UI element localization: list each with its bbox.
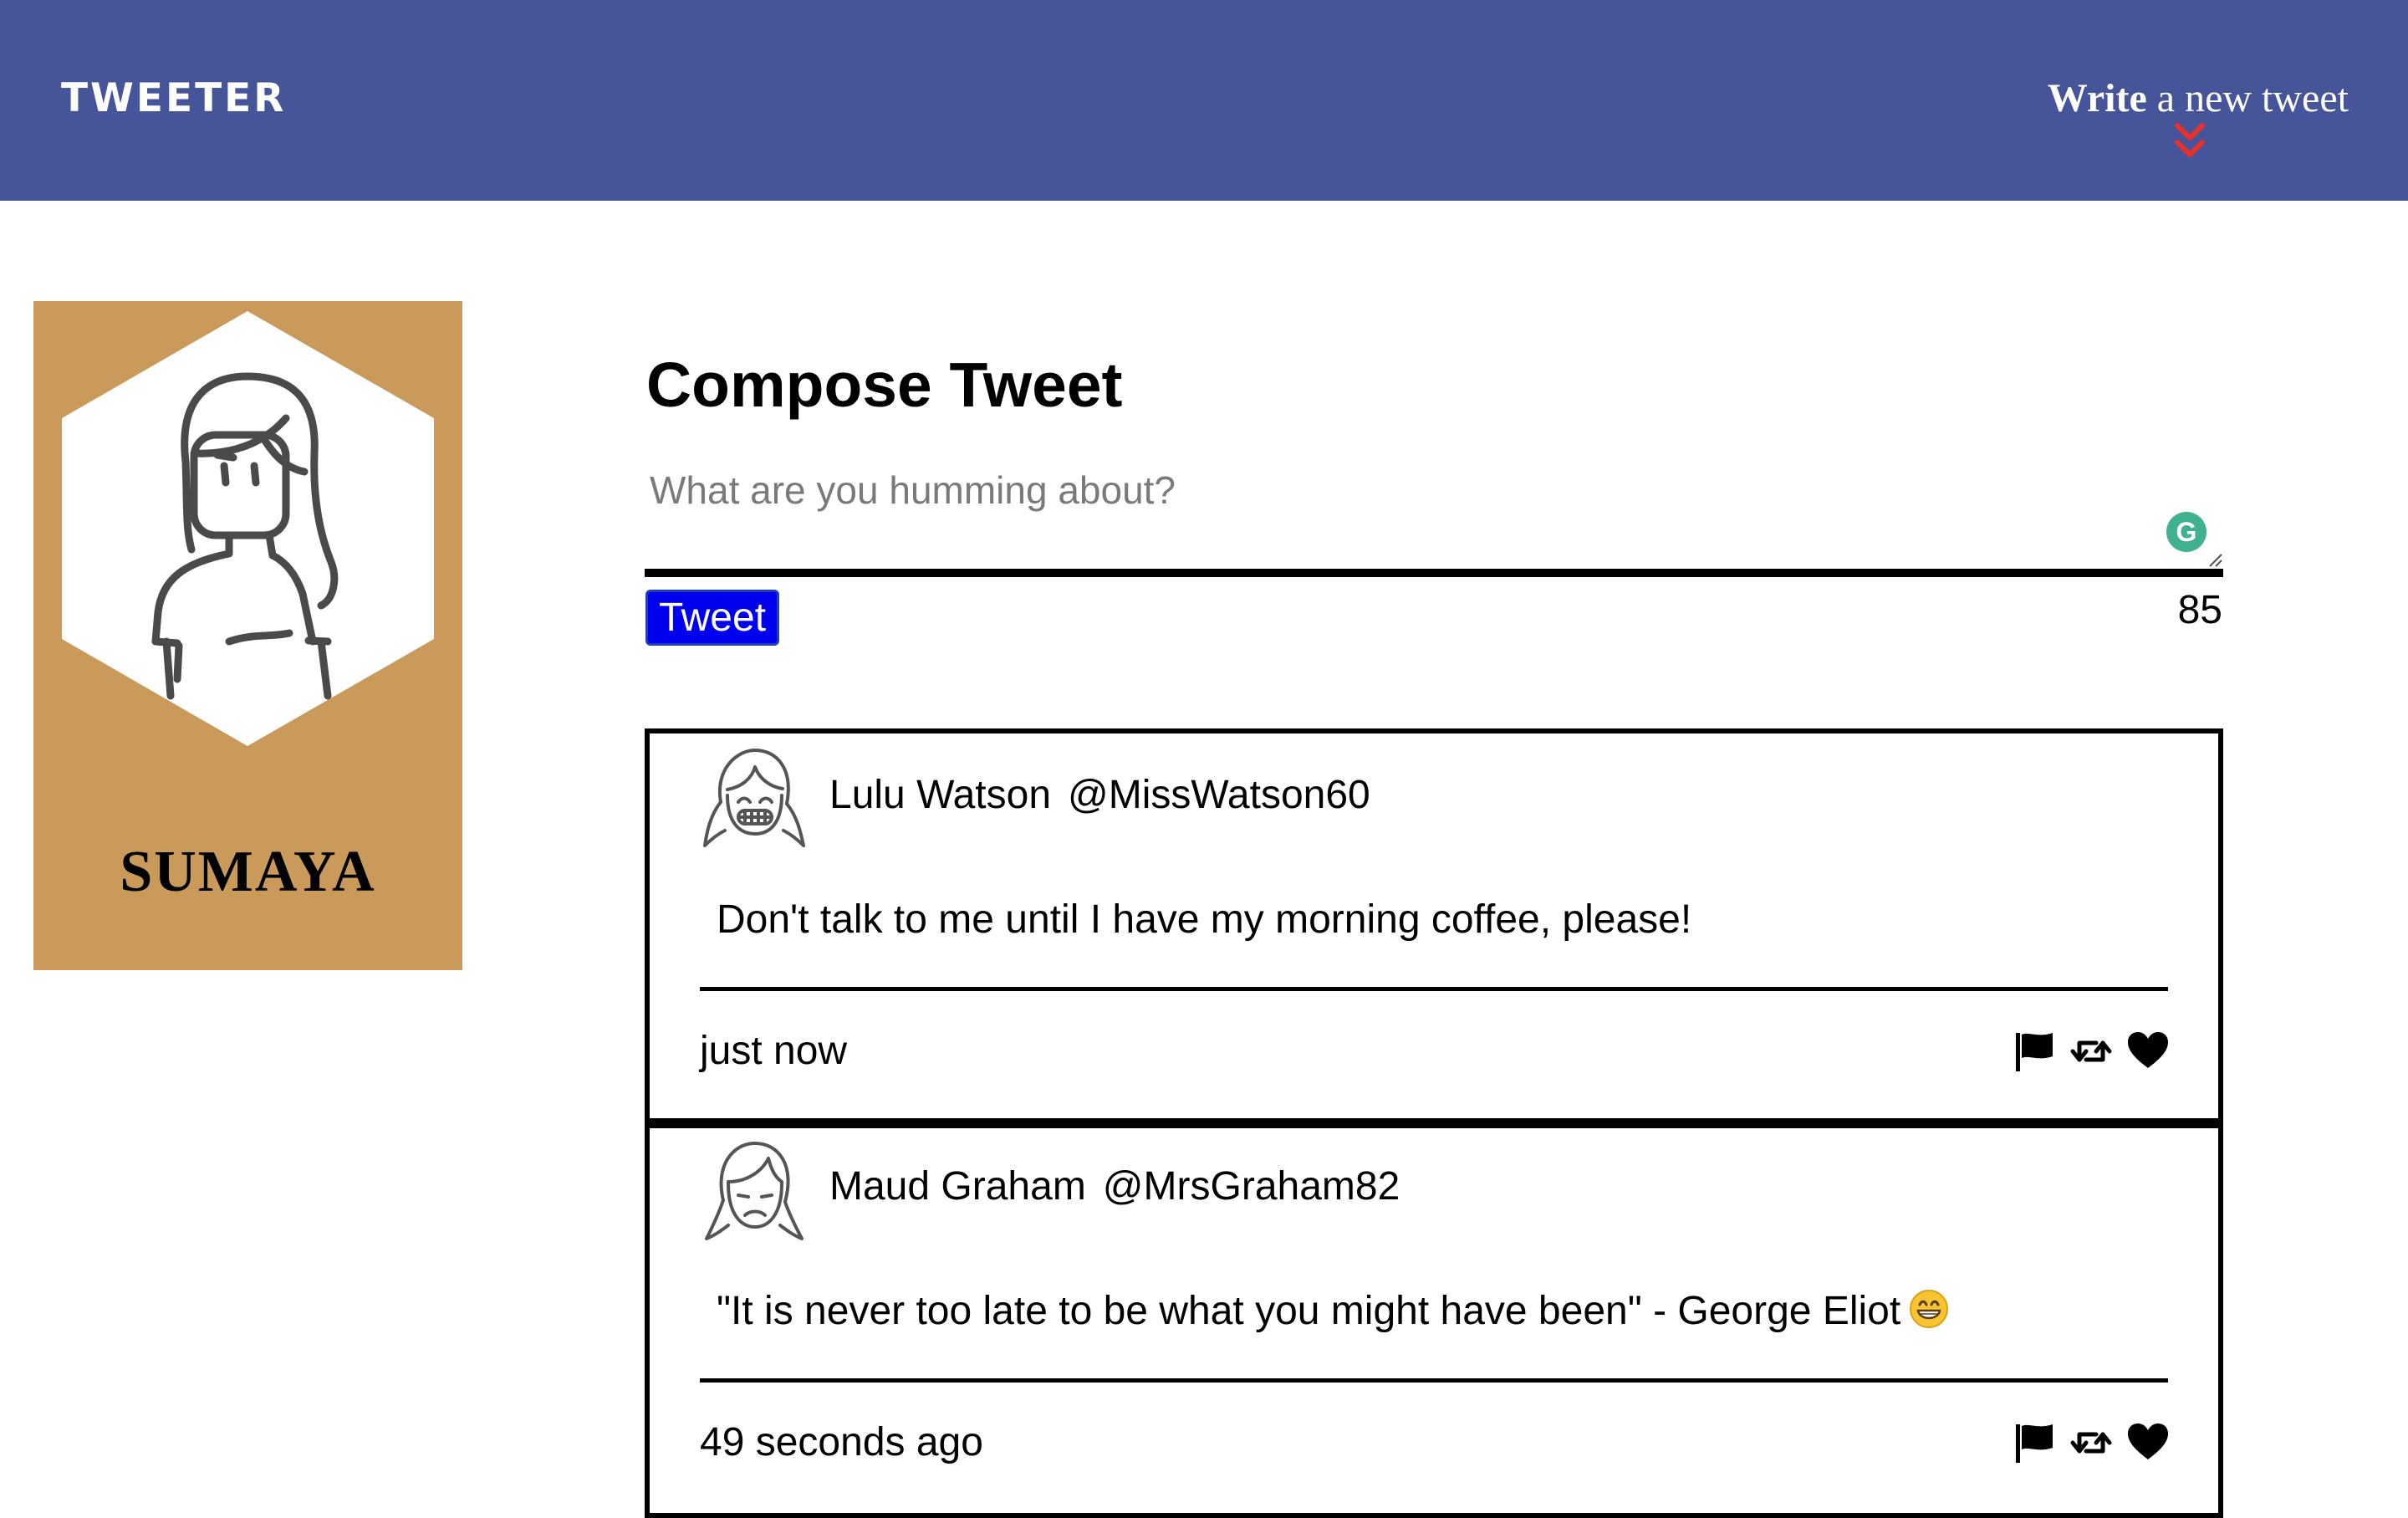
double-chevron-down-icon[interactable] [2173, 122, 2206, 161]
tweet-divider [700, 1378, 2168, 1383]
profile-name: SUMAYA [120, 840, 376, 904]
tweet-divider [700, 987, 2168, 991]
tweet-text: "It is never too late to be what you mig… [717, 1289, 1901, 1333]
app-logo[interactable]: TWEETER [61, 74, 286, 124]
flag-icon[interactable] [2013, 1030, 2056, 1073]
tweet-author-name: Maud Graham [829, 1164, 1086, 1209]
tweet-card: Maud Graham @MrsGraham82 "It is never too… [645, 1118, 2223, 1518]
tweet-submit-button[interactable]: Tweet [645, 590, 779, 646]
profile-card: SUMAYA [33, 301, 462, 970]
textarea-resize-grip-icon[interactable] [2207, 552, 2222, 567]
tweet-actions [2013, 1026, 2170, 1076]
tweet-actions [2013, 1418, 2170, 1468]
heart-icon[interactable] [2126, 1421, 2170, 1464]
profile-avatar [62, 311, 434, 746]
character-counter: 85 [2177, 588, 2222, 632]
top-nav-bar: TWEETER Write a new tweet [0, 0, 2408, 201]
tweet-author: Maud Graham @MrsGraham82 [829, 1162, 1400, 1212]
compose-divider [645, 569, 2223, 577]
compose-title: Compose Tweet [646, 350, 1123, 420]
heart-icon[interactable] [2126, 1030, 2170, 1073]
tweet-text-input[interactable] [646, 464, 2222, 573]
tweet-timestamp: 49 seconds ago [700, 1420, 983, 1464]
flag-icon[interactable] [2013, 1421, 2056, 1464]
write-new-tweet-label[interactable]: Write a new tweet [2048, 69, 2349, 129]
tweet-author-name: Lulu Watson [829, 773, 1052, 817]
girl-grinning-avatar-icon [703, 749, 805, 847]
tweet-author-handle: @MrsGraham82 [1102, 1164, 1400, 1209]
tweet-author: Lulu Watson @MissWatson60 [829, 770, 1370, 820]
tweet-feed: Lulu Watson @MissWatson60 Don't talk to m… [645, 728, 2223, 1518]
retweet-icon[interactable] [2069, 1421, 2113, 1464]
retweet-icon[interactable] [2069, 1030, 2113, 1073]
tweet-card: Lulu Watson @MissWatson60 Don't talk to m… [645, 728, 2223, 1123]
write-label-rest: a new tweet [2146, 76, 2349, 120]
write-new-tweet-toggle[interactable]: Write a new tweet [1997, 69, 2349, 169]
tweet-text: Don't talk to me until I have my morning… [717, 897, 1692, 942]
tweet-text-wrapper: "It is never too late to be what you mig… [717, 1286, 1949, 1337]
grinning-face-emoji [1910, 1290, 1949, 1328]
girl-sad-avatar-icon [705, 1142, 804, 1240]
grammarly-icon[interactable]: G [2166, 512, 2206, 552]
tweet-timestamp: just now [700, 1029, 848, 1073]
tweet-author-handle: @MissWatson60 [1068, 773, 1370, 817]
write-label-strong: Write [2047, 76, 2147, 120]
